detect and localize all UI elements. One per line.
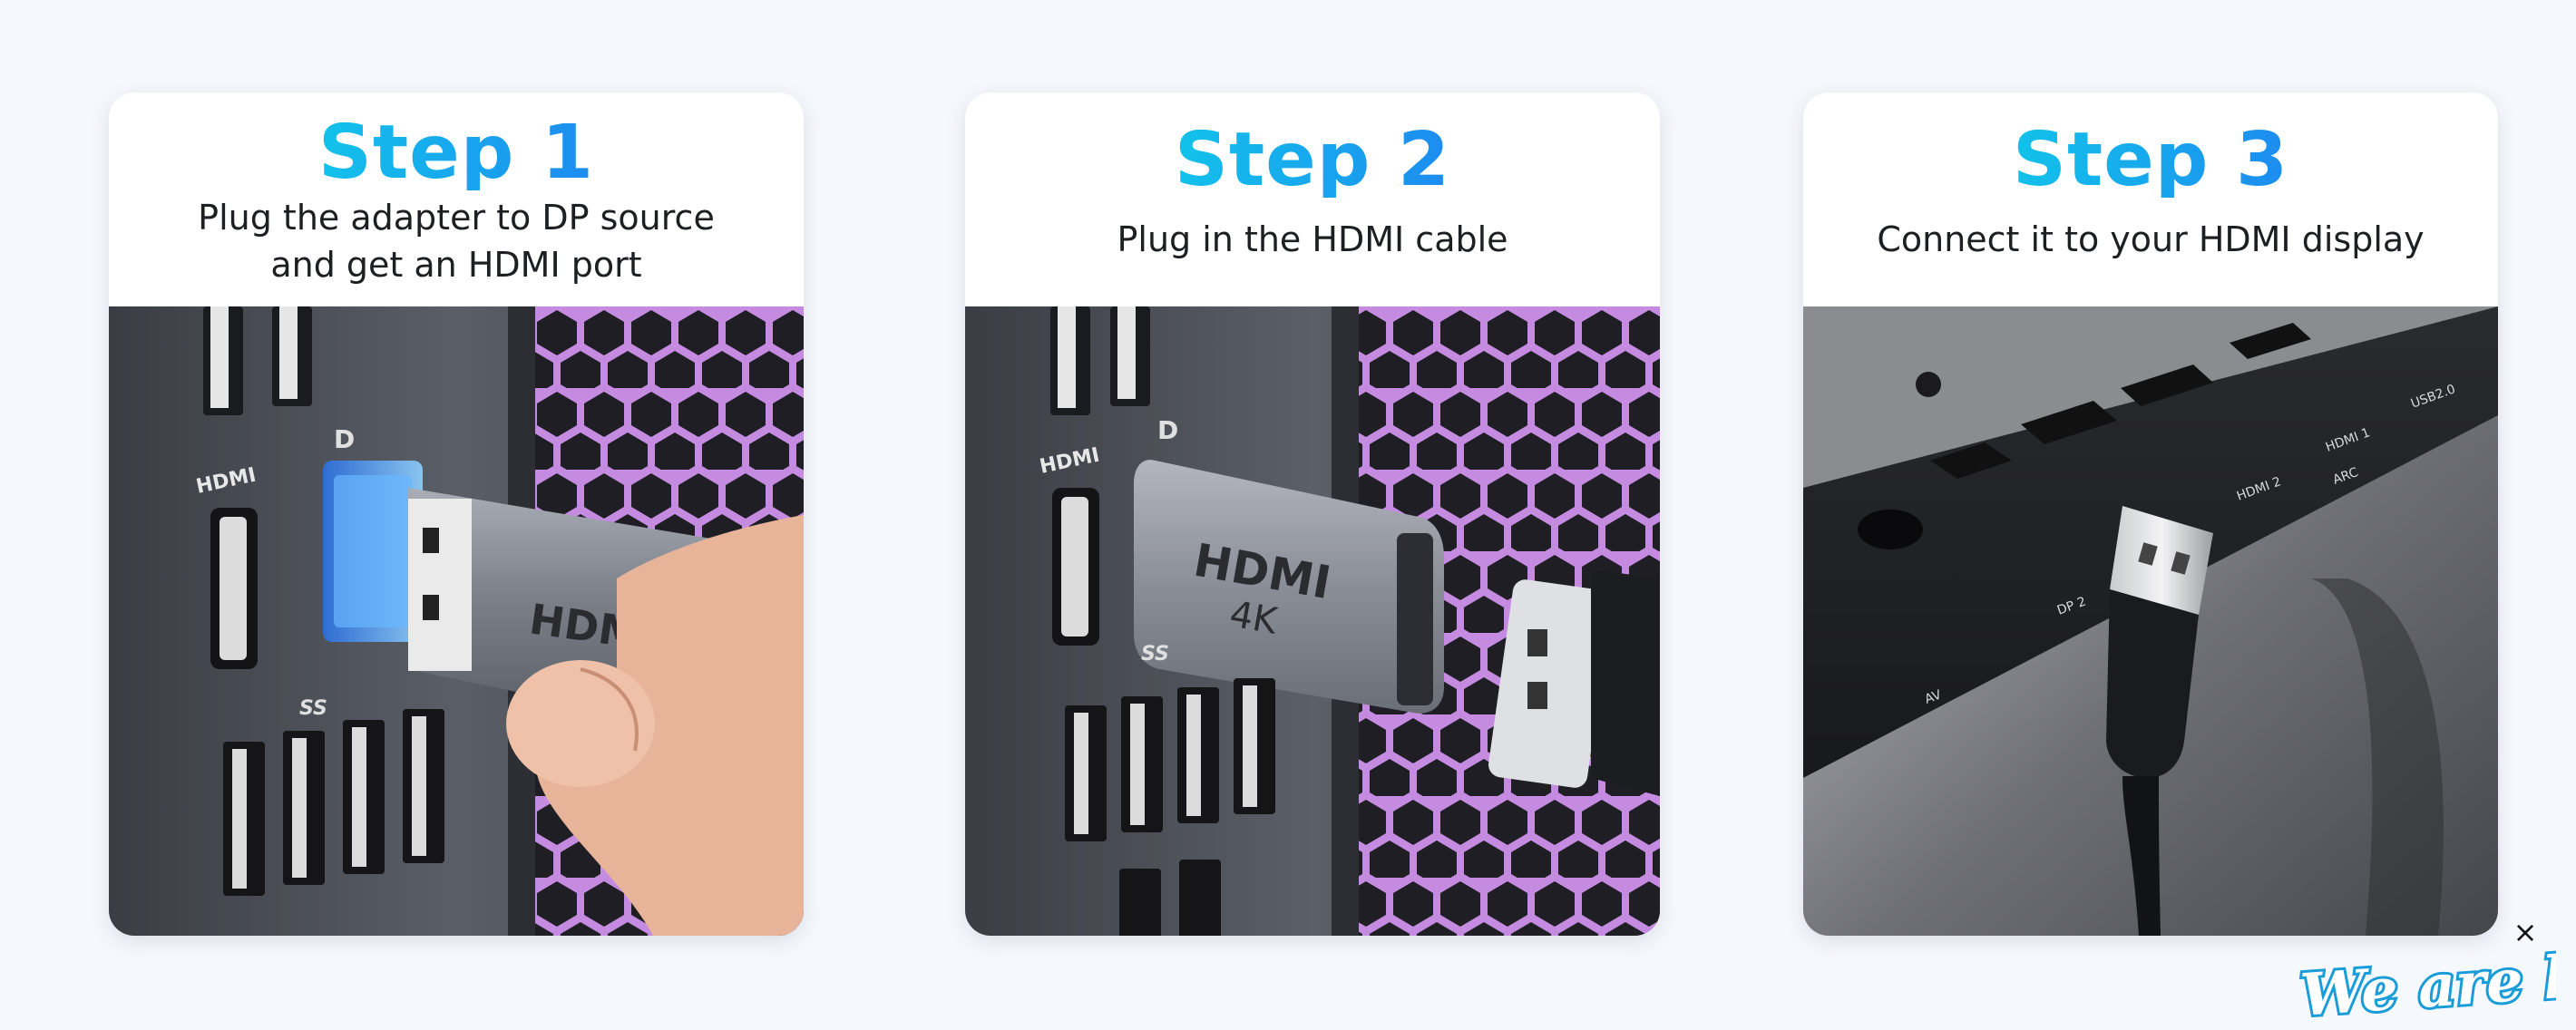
step-photo-adapter-into-dp: HDMI D HDMI SS [109, 306, 804, 936]
port-label-dp: D [334, 424, 355, 454]
step-description: Plug the adapter to DP source and get an… [127, 194, 785, 288]
step-description-line: Plug in the HDMI cable [1117, 219, 1508, 259]
chat-widget-badge[interactable]: We are here! [2284, 945, 2556, 1030]
step-title: Step 2 [1174, 117, 1451, 203]
usb-superspeed-icon: SS [1141, 643, 1169, 666]
step-title: Step 3 [2012, 117, 2289, 203]
adapter-resolution-label: 4K [1226, 594, 1282, 644]
step-description-line: Connect it to your HDMI display [1877, 219, 2425, 259]
step-card-header: Step 3 Connect it to your HDMI display [1803, 92, 2498, 306]
port-label-dp: D [1157, 415, 1178, 445]
chat-widget-text: We are here! [2296, 945, 2556, 1030]
step-card-1: Step 1 Plug the adapter to DP source and… [109, 92, 804, 936]
step-title: Step 1 [317, 110, 595, 196]
step-description-line: and get an HDMI port [270, 245, 642, 285]
step-card-header: Step 1 Plug the adapter to DP source and… [109, 92, 804, 306]
step-description-line: Plug the adapter to DP source [198, 198, 715, 238]
step-description: Plug in the HDMI cable [983, 216, 1642, 263]
step-description: Connect it to your HDMI display [1821, 216, 2480, 263]
close-icon[interactable]: × [2511, 918, 2540, 947]
step-photo-connect-display: HDMI 2 HDMI 1 ARC USB2.0 DP 2 AV [1803, 306, 2498, 936]
usb-superspeed-icon: SS [299, 697, 327, 720]
step-card-header: Step 2 Plug in the HDMI cable [965, 92, 1660, 306]
step-card-3: Step 3 Connect it to your HDMI display H… [1803, 92, 2498, 936]
step-photo-plug-hdmi-cable: HDMI D HDMI 4K SS [965, 306, 1660, 936]
step-card-2: Step 2 Plug in the HDMI cable HDMI D HDM… [965, 92, 1660, 936]
